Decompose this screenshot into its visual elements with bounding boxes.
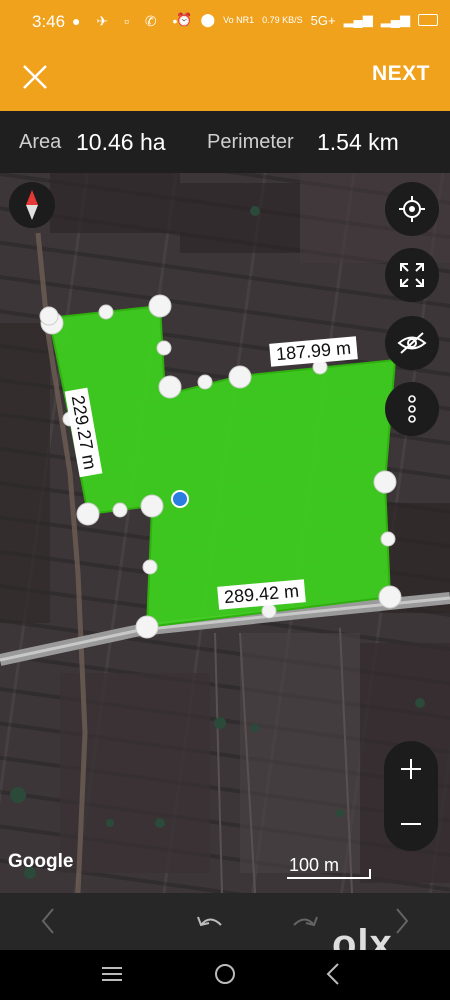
fullscreen-icon xyxy=(400,263,424,287)
alarm-icon: ⏰ xyxy=(176,12,193,27)
status-bar: 3:46 ● ✈ ▫ ✆ • ⏰ ⬤ Vo NR1 0.79 KB/S 5G+ … xyxy=(0,0,450,44)
home-icon xyxy=(215,964,235,984)
my-location-icon xyxy=(399,196,425,222)
zoom-out-icon xyxy=(401,822,421,825)
zoom-in-button[interactable] xyxy=(384,741,438,796)
visibility-off-icon xyxy=(397,332,427,354)
network-type: 5G+ xyxy=(310,12,336,28)
previous-vertex-button[interactable] xyxy=(36,905,60,937)
perimeter-label: Perimeter xyxy=(207,131,294,153)
compass-button[interactable] xyxy=(9,182,55,228)
status-time: 3:46 xyxy=(32,12,66,31)
my-location-button[interactable] xyxy=(385,182,439,236)
status-right: ⏰ ⬤ Vo NR1 0.79 KB/S 5G+ ▂▄▆ ▂▄▆ xyxy=(176,12,438,28)
undo-button[interactable] xyxy=(193,906,227,936)
current-location-dot xyxy=(171,490,189,508)
undo-icon xyxy=(197,916,222,927)
more-options-button[interactable] xyxy=(385,382,439,436)
data-rate: 0.79 KB/S xyxy=(262,15,303,25)
next-button[interactable]: NEXT xyxy=(372,62,430,86)
signal-icon: ▂▄▆ xyxy=(343,12,373,27)
zoom-controls xyxy=(384,741,438,851)
battery-icon xyxy=(418,14,438,26)
zoom-in-icon xyxy=(401,758,421,779)
notification-icons: ● ✈ ▫ ✆ • xyxy=(72,13,184,29)
recents-icon xyxy=(102,967,122,981)
chevron-left-icon xyxy=(41,908,54,934)
visibility-toggle-button[interactable] xyxy=(385,316,439,370)
zoom-out-button[interactable] xyxy=(384,796,438,851)
close-button[interactable] xyxy=(14,56,56,98)
map-attribution: Google xyxy=(8,851,74,872)
redo-icon xyxy=(293,916,318,927)
compass-icon xyxy=(26,190,38,220)
map-scale: 100 m xyxy=(287,855,371,879)
more-vert-icon xyxy=(408,395,416,423)
back-icon xyxy=(326,963,339,985)
carrier-tag: Vo NR1 xyxy=(223,15,255,25)
measurement-bar: Area 10.46 ha Perimeter 1.54 km xyxy=(0,111,450,173)
redo-button[interactable] xyxy=(288,906,322,936)
back-button[interactable] xyxy=(326,962,346,986)
home-button[interactable] xyxy=(213,962,237,986)
location-icon: ⬤ xyxy=(200,12,216,27)
map-canvas xyxy=(0,173,450,893)
fullscreen-button[interactable] xyxy=(385,248,439,302)
recents-button[interactable] xyxy=(100,964,124,984)
perimeter-value: 1.54 km xyxy=(317,129,399,155)
area-label: Area xyxy=(19,131,62,153)
toolbar: NEXT xyxy=(0,44,450,111)
system-nav-bar xyxy=(0,950,450,1000)
scale-label: 100 m xyxy=(289,855,340,875)
signal-icon-2: ▂▄▆ xyxy=(380,12,410,27)
close-icon xyxy=(23,65,47,89)
map-view[interactable]: 229.27 m 187.99 m 289.42 m Google 100 m xyxy=(0,173,450,893)
area-value: 10.46 ha xyxy=(76,129,166,155)
